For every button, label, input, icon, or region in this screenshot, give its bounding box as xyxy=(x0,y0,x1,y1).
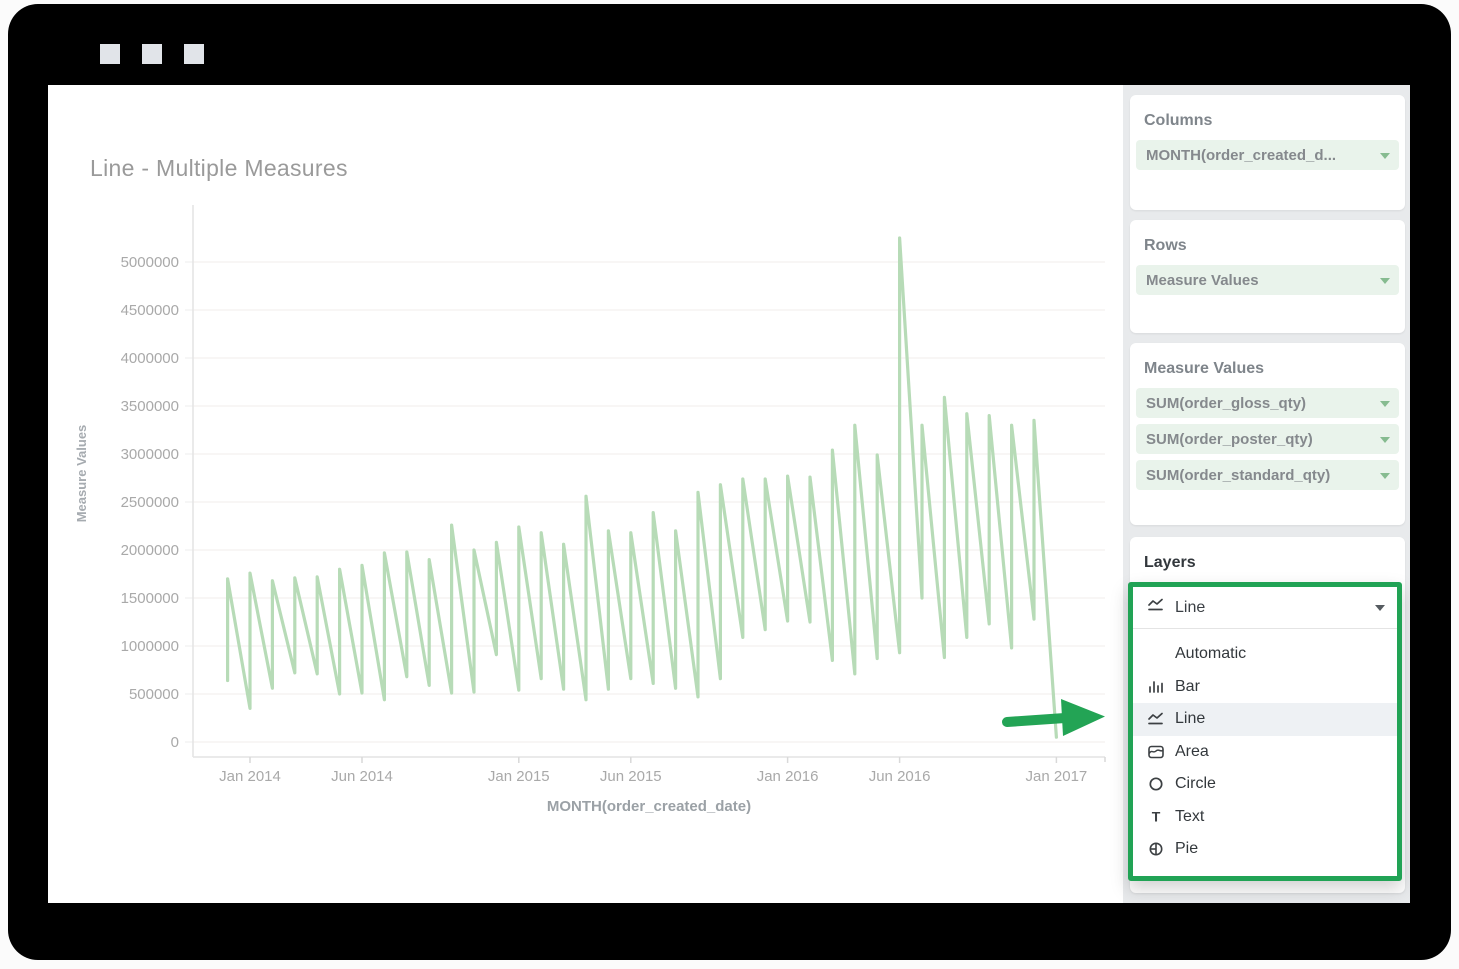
svg-text:Jun 2014: Jun 2014 xyxy=(331,768,393,785)
text-icon: T xyxy=(1147,809,1165,825)
layers-selected-value: Line xyxy=(1175,599,1365,617)
svg-text:MONTH(order_created_date): MONTH(order_created_date) xyxy=(547,798,751,815)
svg-text:4500000: 4500000 xyxy=(121,302,179,319)
layers-option-bar[interactable]: Bar xyxy=(1133,671,1397,704)
layers-option-line[interactable]: Line xyxy=(1133,703,1397,736)
bar-chart-icon xyxy=(1147,679,1165,695)
svg-text:2000000: 2000000 xyxy=(121,542,179,559)
chevron-down-icon[interactable] xyxy=(1380,278,1390,284)
layers-dropdown: Line Automatic Bar Line xyxy=(1128,582,1402,881)
measure-pill-poster-label: SUM(order_poster_qty) xyxy=(1146,431,1313,448)
line-chart[interactable]: 0 500000 1000000 1500000 2000000 2500000 30000… xyxy=(48,85,1123,903)
measure-pill-poster[interactable]: SUM(order_poster_qty) xyxy=(1136,424,1399,454)
titlebar-button-1[interactable] xyxy=(100,44,120,64)
screenshot-root: { "chart_title": "Line - Multiple Measur… xyxy=(0,0,1459,969)
measure-values-shelf: Measure Values SUM(order_gloss_qty) SUM(… xyxy=(1130,343,1405,525)
circle-icon xyxy=(1147,776,1165,792)
measure-pill-standard[interactable]: SUM(order_standard_qty) xyxy=(1136,460,1399,490)
chevron-down-icon[interactable] xyxy=(1380,153,1390,159)
svg-text:3500000: 3500000 xyxy=(121,398,179,415)
svg-text:4000000: 4000000 xyxy=(121,350,179,367)
app-window: Line - Multiple Measures 050000010000001… xyxy=(48,85,1410,903)
layers-option-circle[interactable]: Circle xyxy=(1133,768,1397,801)
option-label: Line xyxy=(1175,710,1205,728)
option-label: Automatic xyxy=(1175,645,1246,663)
arrow-right-icon xyxy=(993,685,1113,745)
svg-text:0: 0 xyxy=(171,734,179,751)
layers-option-area[interactable]: Area xyxy=(1133,736,1397,769)
option-label: Area xyxy=(1175,743,1209,761)
svg-text:Jan 2017: Jan 2017 xyxy=(1026,768,1088,785)
svg-text:Jan 2015: Jan 2015 xyxy=(488,768,550,785)
measure-values-shelf-label: Measure Values xyxy=(1130,343,1405,388)
annotation-arrow xyxy=(993,685,1113,745)
measure-pill-gloss-label: SUM(order_gloss_qty) xyxy=(1146,395,1306,412)
svg-text:Jan 2014: Jan 2014 xyxy=(219,768,281,785)
svg-text:Jun 2016: Jun 2016 xyxy=(869,768,931,785)
measure-pill-gloss[interactable]: SUM(order_gloss_qty) xyxy=(1136,388,1399,418)
measure-pill-standard-label: SUM(order_standard_qty) xyxy=(1146,467,1330,484)
svg-text:Jun 2015: Jun 2015 xyxy=(600,768,662,785)
columns-shelf-label: Columns xyxy=(1130,95,1405,140)
layers-dropdown-trigger[interactable]: Line xyxy=(1133,587,1397,629)
columns-pill-label: MONTH(order_created_d... xyxy=(1146,147,1336,164)
line-chart-icon xyxy=(1147,598,1165,617)
titlebar-button-2[interactable] xyxy=(142,44,162,64)
option-label: Bar xyxy=(1175,678,1200,696)
svg-text:5000000: 5000000 xyxy=(121,254,179,271)
svg-text:T: T xyxy=(1152,809,1161,825)
svg-text:Jan 2016: Jan 2016 xyxy=(757,768,819,785)
option-label: Text xyxy=(1175,808,1204,826)
chevron-down-icon[interactable] xyxy=(1380,437,1390,443)
pie-chart-icon xyxy=(1147,841,1165,857)
rows-pill[interactable]: Measure Values xyxy=(1136,265,1399,295)
chevron-down-icon[interactable] xyxy=(1380,473,1390,479)
layers-option-automatic[interactable]: Automatic xyxy=(1133,638,1397,671)
svg-text:2500000: 2500000 xyxy=(121,494,179,511)
rows-shelf: Rows Measure Values xyxy=(1130,220,1405,333)
rows-pill-label: Measure Values xyxy=(1146,272,1259,289)
rows-shelf-label: Rows xyxy=(1130,220,1405,265)
svg-text:Measure Values: Measure Values xyxy=(74,425,89,523)
layers-menu: Automatic Bar Line xyxy=(1133,629,1397,866)
layers-option-pie[interactable]: Pie xyxy=(1133,833,1397,866)
svg-text:1000000: 1000000 xyxy=(121,638,179,655)
layers-shelf-label: Layers xyxy=(1130,537,1405,582)
chevron-down-icon[interactable] xyxy=(1380,401,1390,407)
svg-text:1500000: 1500000 xyxy=(121,590,179,607)
chevron-down-icon xyxy=(1375,605,1385,611)
svg-text:3000000: 3000000 xyxy=(121,446,179,463)
area-chart-icon xyxy=(1147,744,1165,760)
line-chart-icon xyxy=(1147,711,1165,727)
option-label: Circle xyxy=(1175,775,1216,793)
svg-text:500000: 500000 xyxy=(129,686,179,703)
columns-pill[interactable]: MONTH(order_created_d... xyxy=(1136,140,1399,170)
layers-option-text[interactable]: T Text xyxy=(1133,801,1397,834)
columns-shelf: Columns MONTH(order_created_d... xyxy=(1130,95,1405,210)
titlebar-button-3[interactable] xyxy=(184,44,204,64)
option-label: Pie xyxy=(1175,840,1198,858)
